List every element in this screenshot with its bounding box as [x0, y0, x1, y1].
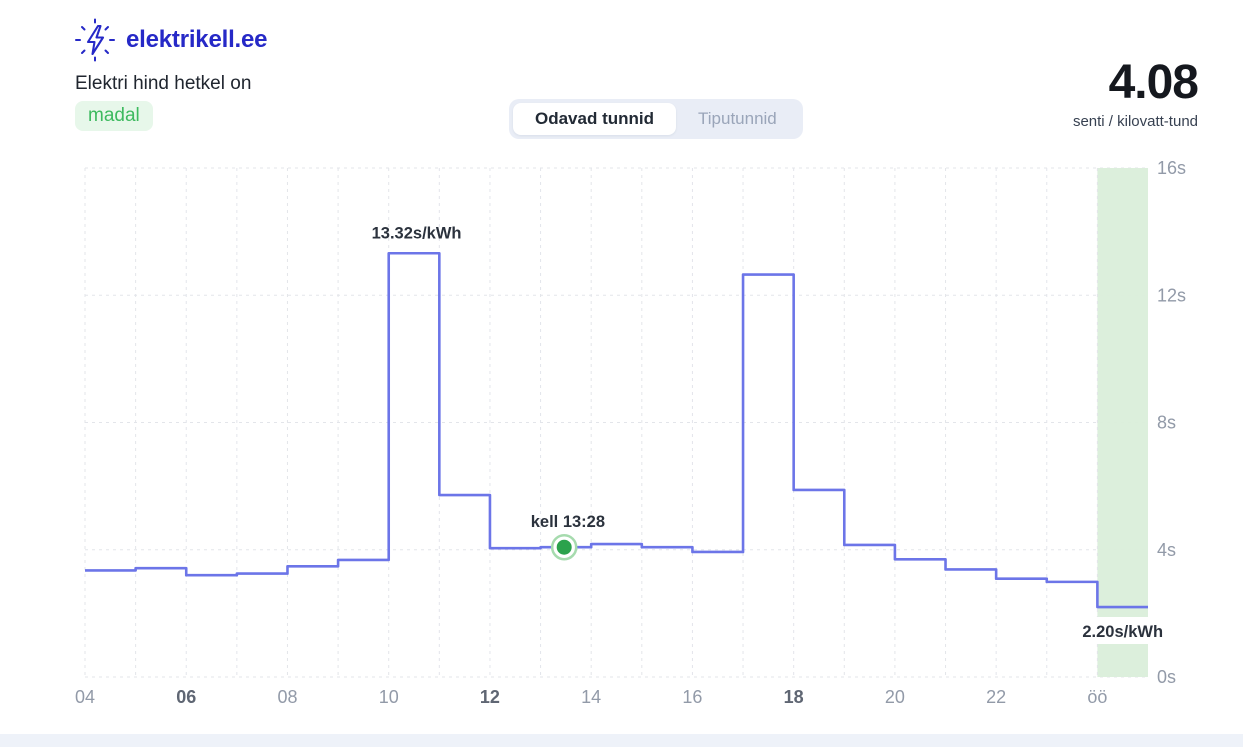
y-tick-label: 0s	[1157, 667, 1176, 687]
price-chart[interactable]: 13.32s/kWh kell 13:28 2.20s/kWh 04 06 08 10 12 1…	[0, 0, 1243, 747]
chart-annotation: kell 13:28	[531, 513, 605, 531]
x-tick-label: 18	[784, 687, 804, 707]
x-tick-label: 22	[986, 687, 1006, 707]
price-step-line	[85, 253, 1148, 607]
page: elektrikell.ee Elektri hind hetkel on ma…	[0, 0, 1243, 747]
night-band	[1097, 168, 1148, 677]
x-tick-label: 20	[885, 687, 905, 707]
y-tick-label: 4s	[1157, 540, 1176, 560]
x-tick-label: 16	[682, 687, 702, 707]
y-tick-label: 16s	[1157, 158, 1186, 178]
x-tick-label: 14	[581, 687, 601, 707]
y-tick-label: 8s	[1157, 413, 1176, 433]
y-tick-label: 12s	[1157, 285, 1186, 305]
chart-annotation: 13.32s/kWh	[372, 224, 462, 242]
x-tick-label: 06	[176, 687, 196, 707]
x-tick-label: 08	[277, 687, 297, 707]
x-tick-label: öö	[1087, 687, 1107, 707]
current-time-marker-dot	[557, 540, 572, 555]
x-tick-label: 04	[75, 687, 95, 707]
bottom-strip	[0, 734, 1243, 747]
x-tick-label: 10	[379, 687, 399, 707]
x-tick-label: 12	[480, 687, 500, 707]
chart-annotation: 2.20s/kWh	[1082, 623, 1163, 641]
